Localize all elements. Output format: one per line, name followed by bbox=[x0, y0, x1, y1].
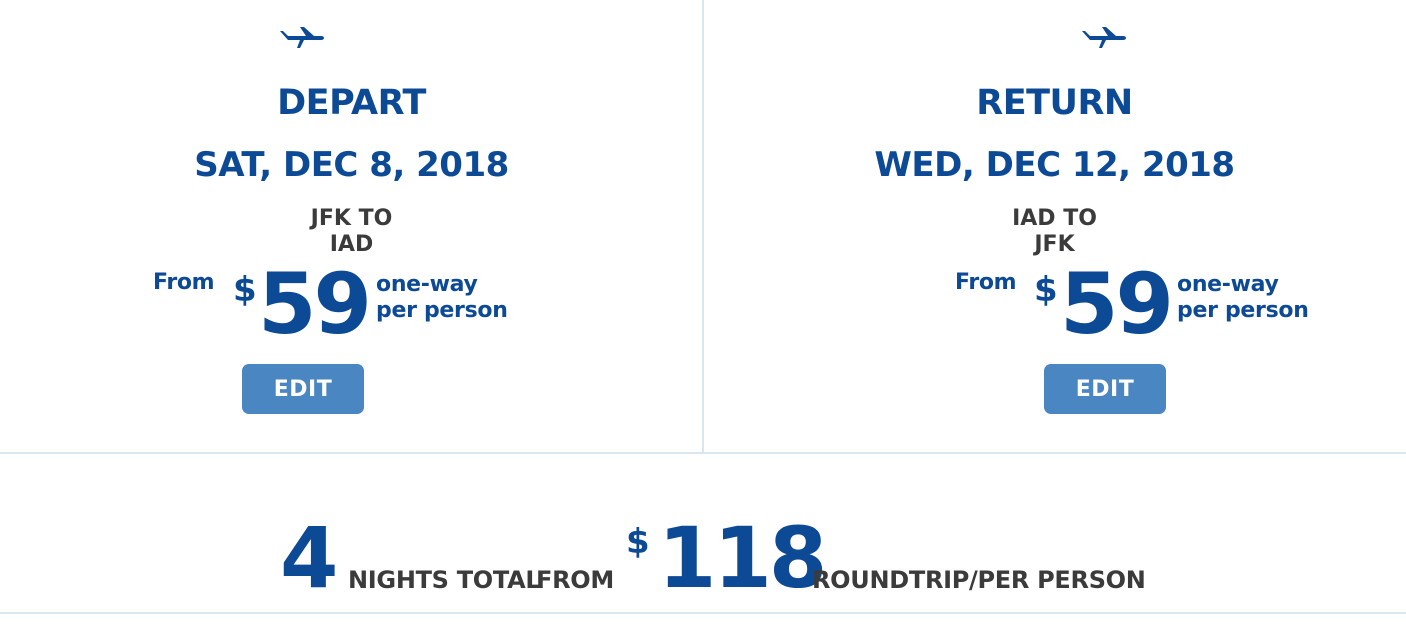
return-price-unit: one-way per person bbox=[1177, 272, 1309, 324]
depart-from-label: From bbox=[153, 270, 215, 295]
depart-price: 59 bbox=[258, 255, 372, 353]
return-date: WED, DEC 12, 2018 bbox=[874, 145, 1235, 185]
depart-heading: DEPART bbox=[277, 83, 426, 123]
return-panel: RETURN WED, DEC 12, 2018 IAD TO JFK From… bbox=[703, 0, 1406, 452]
return-unit-perperson: per person bbox=[1177, 298, 1309, 323]
depart-edit-button[interactable]: EDIT bbox=[242, 364, 364, 414]
bottom-divider bbox=[0, 612, 1406, 614]
depart-unit-perperson: per person bbox=[376, 298, 508, 323]
section-divider bbox=[0, 452, 1406, 454]
depart-panel: DEPART SAT, DEC 8, 2018 JFK TO IAD From … bbox=[0, 0, 703, 452]
roundtrip-total-price: 118 bbox=[658, 509, 827, 607]
return-heading: RETURN bbox=[976, 83, 1133, 123]
return-route: IAD TO JFK bbox=[703, 206, 1406, 258]
depart-route: JFK TO IAD bbox=[0, 206, 703, 258]
return-route-destination: JFK bbox=[1034, 232, 1075, 257]
nights-total-label: NIGHTS TOTAL bbox=[348, 566, 541, 594]
depart-price-unit: one-way per person bbox=[376, 272, 508, 324]
summary-currency: $ bbox=[626, 522, 650, 562]
depart-date: SAT, DEC 8, 2018 bbox=[194, 145, 509, 185]
airplane-icon bbox=[1082, 27, 1126, 48]
nights-count: 4 bbox=[280, 509, 338, 607]
airplane-icon bbox=[280, 27, 324, 48]
return-unit-oneway: one-way bbox=[1177, 272, 1279, 297]
return-route-origin: IAD TO bbox=[1012, 206, 1097, 231]
summary-from-label: FROM bbox=[536, 566, 614, 594]
return-edit-button[interactable]: EDIT bbox=[1044, 364, 1166, 414]
return-price: 59 bbox=[1060, 255, 1174, 353]
roundtrip-unit-label: ROUNDTRIP/PER PERSON bbox=[812, 566, 1146, 594]
depart-unit-oneway: one-way bbox=[376, 272, 478, 297]
return-from-label: From bbox=[955, 270, 1017, 295]
depart-route-origin: JFK TO bbox=[310, 206, 393, 231]
depart-currency: $ bbox=[233, 270, 257, 310]
return-currency: $ bbox=[1034, 270, 1058, 310]
